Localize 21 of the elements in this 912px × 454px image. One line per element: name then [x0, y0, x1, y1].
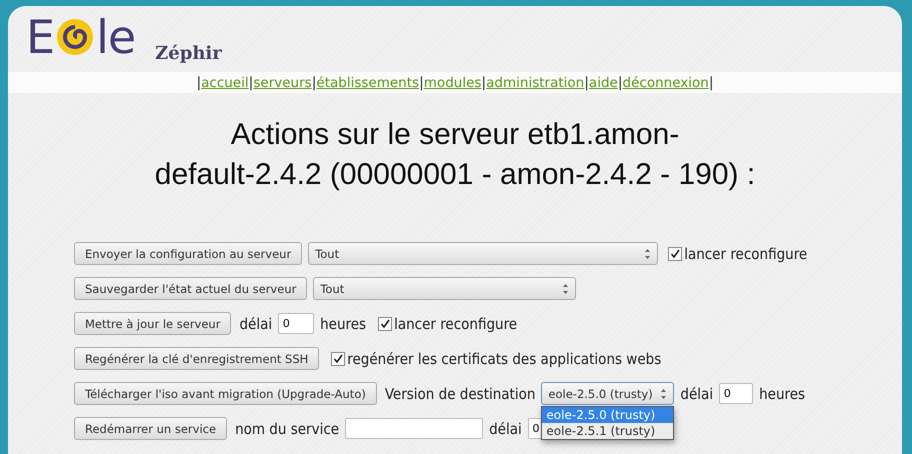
app-name: Zéphir — [155, 43, 222, 64]
field-label: heures — [320, 314, 366, 332]
nav-separator: | — [248, 74, 254, 90]
field-label: Version de destination — [384, 384, 536, 402]
nav-separator: | — [196, 74, 202, 90]
nav-separator: | — [419, 74, 424, 90]
field-label: délai — [680, 384, 714, 402]
nav-separator: | — [481, 74, 486, 90]
nav-separator: | — [618, 74, 623, 90]
field-label: délai — [239, 314, 272, 332]
page-title: Actions sur le serveur etb1.amon- default-2.4.2 (00000001 - amon-2.4.2 - 190) : — [154, 117, 756, 193]
nav-separator: | — [584, 74, 589, 90]
checkbox-label: regénérer les certificats des applications webs — [347, 350, 662, 368]
checkbox-label: lancer reconfigure — [684, 244, 808, 262]
nav-separator: | — [312, 74, 316, 90]
field-label: délai — [489, 420, 522, 438]
checkbox-label: lancer reconfigure — [394, 314, 518, 332]
logo: E le — [26, 14, 136, 60]
field-label: heures — [759, 384, 806, 402]
field-label: nom du service — [235, 420, 340, 438]
nav-separator: | — [708, 74, 714, 90]
